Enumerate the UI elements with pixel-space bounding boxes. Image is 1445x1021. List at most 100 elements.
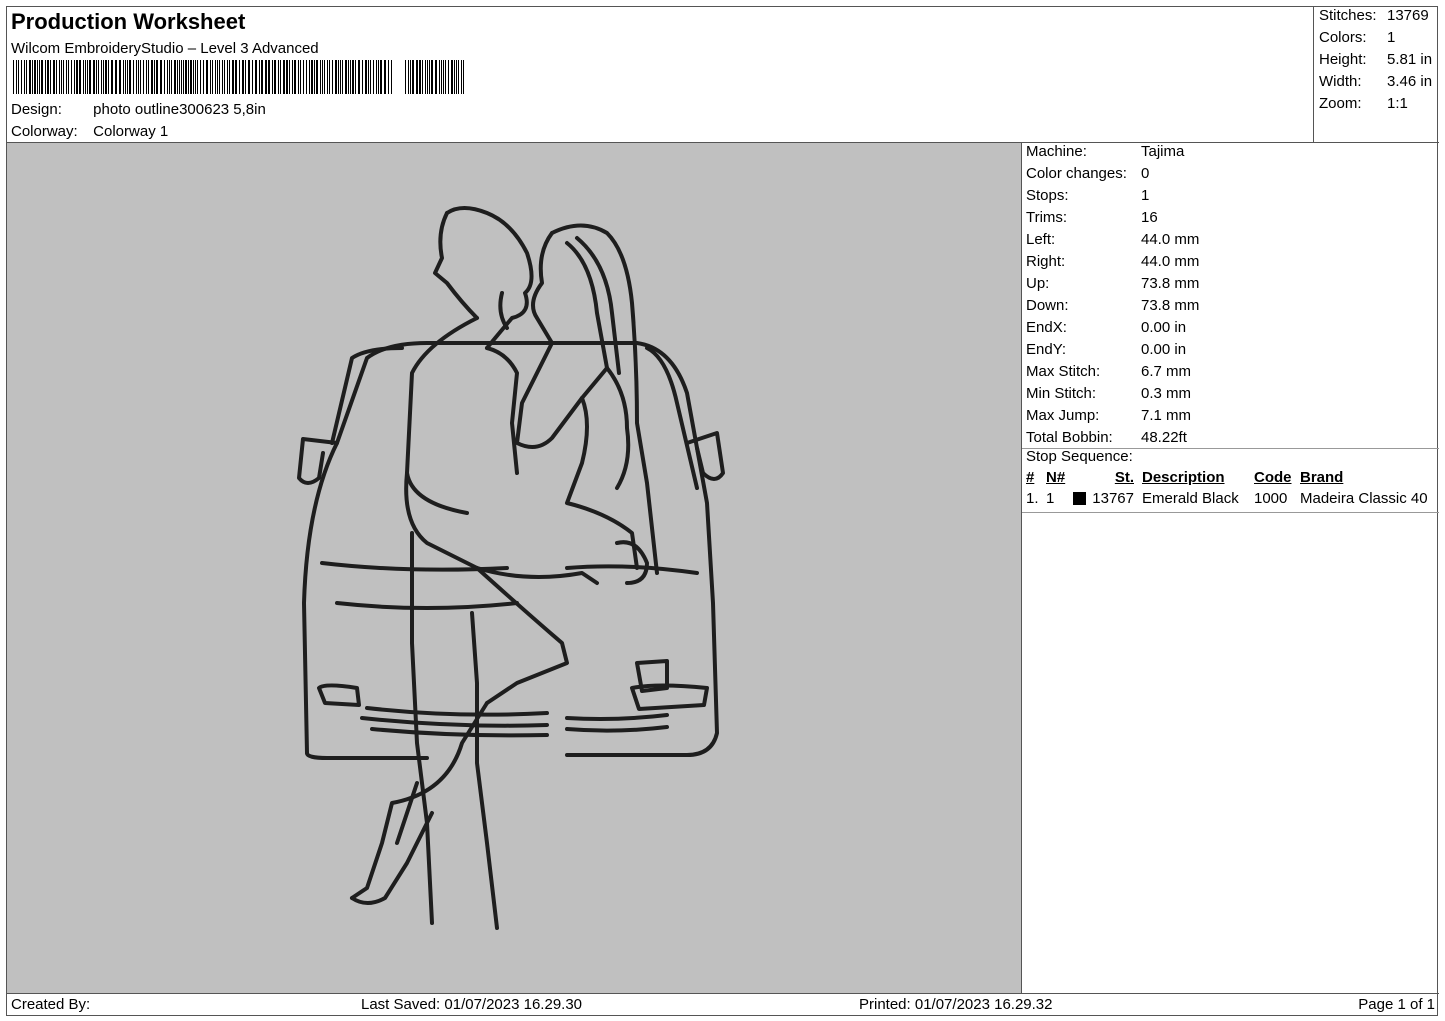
barcode-bar <box>138 60 139 94</box>
created-by: Created By: <box>11 996 91 1013</box>
row-num: 1. <box>1026 490 1039 507</box>
barcode-bar <box>68 60 69 94</box>
barcode-bar <box>37 60 38 94</box>
barcode-bar <box>373 60 374 94</box>
barcode-bar <box>108 60 109 94</box>
colorway-label: Colorway: <box>11 123 78 140</box>
barcode-bar <box>119 60 121 94</box>
barcode-bar <box>87 60 88 94</box>
stop-sequence-header: # N# St. Description Code Brand <box>1022 469 1439 490</box>
design-label: Design: <box>11 101 62 118</box>
barcode-bar <box>235 60 237 94</box>
barcode-bar <box>45 60 46 94</box>
page-title: Production Worksheet <box>11 9 246 34</box>
barcode-bar <box>410 60 411 94</box>
barcode-bar <box>197 60 198 94</box>
barcode-bar <box>167 60 168 94</box>
barcode-bar <box>136 60 137 94</box>
row-description: Emerald Black <box>1142 490 1239 507</box>
barcode-bar <box>53 60 55 94</box>
barcode-bar <box>327 60 328 94</box>
production-worksheet: Production Worksheet Wilcom EmbroiderySt… <box>6 6 1439 1016</box>
machine-info-panel: Machine: Tajima Color changes: 0 Stops: 1 T… <box>1022 143 1439 993</box>
barcode-bar <box>384 60 386 94</box>
barcode-bar <box>461 60 462 94</box>
barcode-bar <box>148 60 149 94</box>
barcode-bar <box>435 60 437 94</box>
worksheet-header: Production Worksheet Wilcom EmbroiderySt… <box>7 7 1314 143</box>
page-number: Page 1 of 1 <box>1358 996 1435 1013</box>
barcode-bar <box>283 60 285 94</box>
barcode-bar <box>278 60 279 94</box>
barcode-bar <box>422 60 423 94</box>
barcode-bar <box>146 60 147 94</box>
barcode-bar <box>203 60 204 94</box>
barcode-bar <box>255 60 257 94</box>
stop-sequence-title: Stop Sequence: <box>1026 448 1133 465</box>
barcode-bar <box>169 60 170 94</box>
info-right: Right: 44.0 mm <box>1026 253 1200 270</box>
barcode-bar <box>324 60 325 94</box>
barcode <box>13 60 464 94</box>
barcode-bar <box>443 60 444 94</box>
barcode-bar <box>280 60 281 94</box>
barcode-bar <box>74 60 75 94</box>
info-max-stitch: Max Stitch: 6.7 mm <box>1026 363 1192 380</box>
col-description: Description <box>1142 469 1225 486</box>
stat-zoom: Zoom: 1:1 <box>1319 95 1408 112</box>
barcode-bar <box>32 60 33 94</box>
barcode-bar <box>248 60 250 94</box>
barcode-bar <box>441 60 442 94</box>
barcode-bar <box>342 60 343 94</box>
barcode-bar <box>289 60 290 94</box>
barcode-bar <box>322 60 323 94</box>
barcode-bar <box>335 60 337 94</box>
col-code: Code <box>1254 469 1292 486</box>
barcode-bar <box>368 60 369 94</box>
info-left: Left: 44.0 mm <box>1026 231 1200 248</box>
barcode-bar <box>177 60 178 94</box>
barcode-bar <box>18 60 19 94</box>
barcode-bar <box>345 60 347 94</box>
barcode-bar <box>133 60 134 94</box>
barcode-bar <box>380 60 382 94</box>
barcode-bar <box>309 60 310 94</box>
barcode-bar <box>456 60 457 94</box>
barcode-bar <box>431 60 433 94</box>
barcode-bar <box>268 60 270 94</box>
barcode-bar <box>188 60 189 94</box>
barcode-bar <box>111 60 113 94</box>
stat-height: Height: 5.81 in <box>1319 51 1433 68</box>
last-saved: Last Saved: 01/07/2023 16.29.30 <box>361 996 583 1013</box>
barcode-bar <box>96 60 97 94</box>
barcode-bar <box>388 60 389 94</box>
barcode-bar <box>39 60 40 94</box>
barcode-bar <box>21 60 22 94</box>
info-up: Up: 73.8 mm <box>1026 275 1200 292</box>
barcode-bar <box>160 60 162 94</box>
barcode-bar <box>265 60 267 94</box>
barcode-bar <box>101 60 102 94</box>
info-trims: Trims: 16 <box>1026 209 1158 226</box>
row-brand: Madeira Classic 40 <box>1300 490 1428 507</box>
barcode-bar <box>300 60 301 94</box>
barcode-bar <box>222 60 223 94</box>
embroidery-outline-illustration <box>297 206 725 930</box>
design-value: photo outline300623 5,8in <box>93 101 266 118</box>
barcode-bar <box>210 60 211 94</box>
col-st: St. <box>1114 469 1134 486</box>
divider <box>1022 512 1439 513</box>
info-stops: Stops: 1 <box>1026 187 1150 204</box>
barcode-bar <box>185 60 187 94</box>
barcode-bar <box>229 60 230 94</box>
barcode-bar <box>427 60 428 94</box>
barcode-bar <box>224 60 225 94</box>
barcode-bar <box>98 60 99 94</box>
barcode-bar <box>448 60 449 94</box>
barcode-bar <box>350 60 351 94</box>
info-machine: Machine: Tajima <box>1026 143 1185 160</box>
barcode-bar <box>445 60 446 94</box>
barcode-bar <box>252 60 253 94</box>
row-code: 1000 <box>1254 490 1288 507</box>
barcode-bar <box>352 60 354 94</box>
